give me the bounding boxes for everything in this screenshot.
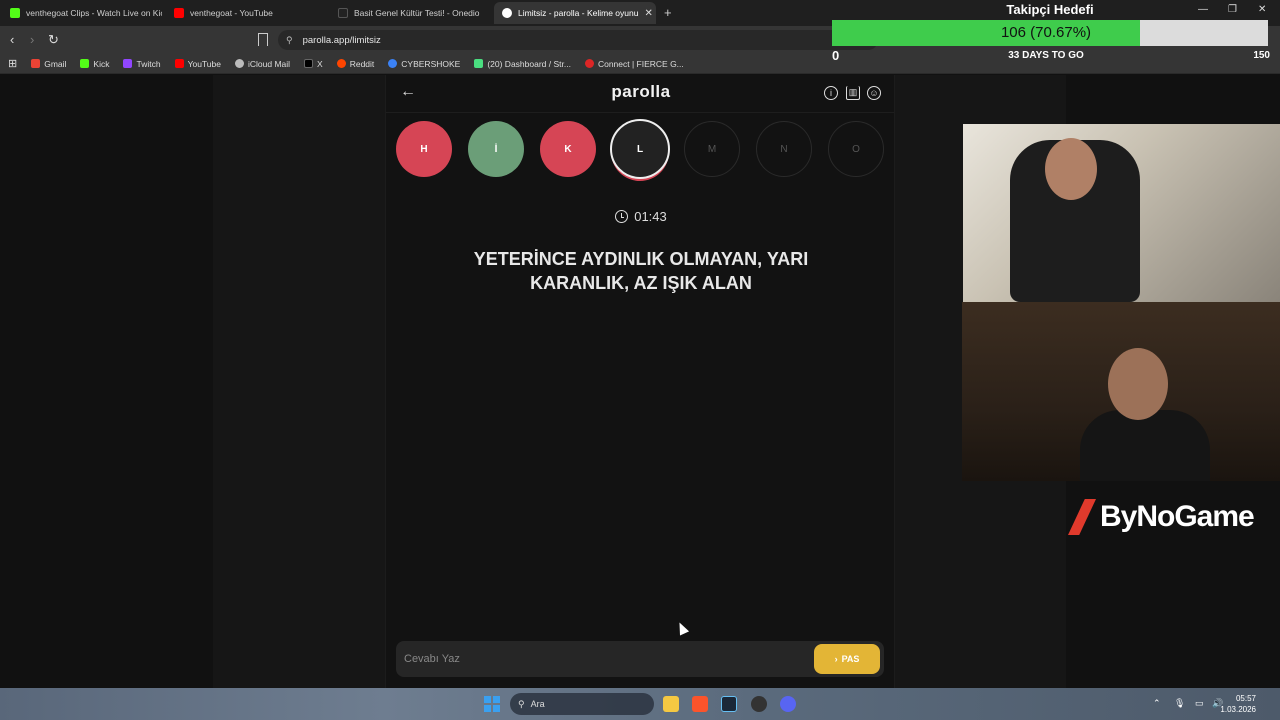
bookmark-dashboard[interactable]: (20) Dashboard / Str...: [474, 59, 571, 69]
bookmark-kick[interactable]: Kick: [80, 59, 109, 69]
letter-circle: M: [684, 121, 740, 177]
back-icon[interactable]: ‹: [10, 32, 14, 47]
timer: 01:43: [386, 209, 896, 224]
streamer-figure: [1080, 410, 1210, 481]
tab-youtube[interactable]: venthegoat - YouTube: [166, 2, 326, 24]
tab-onedio[interactable]: Basit Genel Kültür Testi! - Onedio: [330, 2, 490, 24]
tab-kick-clips[interactable]: venthegoat Clips - Watch Live on Kick: [2, 2, 162, 24]
twitch-icon: [123, 59, 133, 68]
gmail-icon: [31, 59, 41, 68]
question-line: KARANLIK, AZ IŞIK ALAN: [530, 273, 752, 293]
tab-title: Limitsiz - parolla - Kelime oyunu: [518, 8, 639, 18]
tab-title: venthegoat Clips - Watch Live on Kick: [26, 8, 162, 18]
steam-icon[interactable]: [721, 696, 737, 712]
follower-goal-widget: Takipçi Hedefi 106 (70.67%) 0 33 DAYS TO…: [832, 0, 1270, 66]
parolla-icon: [502, 8, 512, 18]
obs-icon[interactable]: [751, 696, 767, 712]
answer-bar: › PAS: [396, 641, 884, 677]
tab-title: venthegoat - YouTube: [190, 8, 273, 18]
chevron-up-icon[interactable]: ⌃: [1153, 698, 1161, 709]
clock-icon: [615, 210, 629, 223]
tab-parolla[interactable]: Limitsiz - parolla - Kelime oyunu ✕: [494, 2, 656, 24]
answer-input[interactable]: [404, 649, 804, 669]
profile-icon[interactable]: ☺: [867, 86, 881, 100]
app-header: ← parolla i ▥ ☺: [386, 75, 894, 113]
timer-value: 01:43: [634, 209, 667, 224]
bookmark-icloud[interactable]: iCloud Mail: [234, 59, 290, 69]
kick-icon: [10, 8, 20, 18]
question-text: YETERİNCE AYDINLIK OLMAYAN, YARI KARANLI…: [416, 247, 866, 295]
taskbar-search-label: Ara: [530, 699, 545, 709]
cybershoke-icon: [388, 59, 398, 68]
pass-label: PAS: [841, 654, 860, 664]
page-viewport: ← parolla i ▥ ☺ H İ K L M N O 01:43 YETE…: [0, 75, 1280, 688]
onedio-icon: [338, 8, 348, 18]
new-tab-button[interactable]: +: [664, 5, 672, 20]
letter-circle: K: [540, 121, 596, 177]
fierce-icon: [584, 59, 594, 68]
bookmark-twitch[interactable]: Twitch: [123, 59, 161, 69]
tab-title: Basit Genel Kültür Testi! - Onedio: [354, 8, 480, 18]
bookmark-icon[interactable]: [258, 33, 268, 46]
parolla-app: ← parolla i ▥ ☺ H İ K L M N O 01:43 YETE…: [385, 75, 895, 688]
dashboard-icon: [474, 59, 484, 68]
bookmark-gmail[interactable]: Gmail: [31, 59, 66, 69]
youtube-icon: [174, 8, 184, 18]
taskbar-search[interactable]: ⚲ Ara: [510, 693, 654, 715]
youtube-icon: [174, 59, 184, 68]
windows-taskbar: ⚲ Ara ⌃ 🎙 ▭ 🔊 05:57 1.03.2026: [0, 688, 1280, 720]
bookmark-youtube[interactable]: YouTube: [174, 59, 221, 69]
address-text: parolla.app/limitsiz: [302, 34, 381, 46]
address-bar[interactable]: ⚲ parolla.app/limitsiz: [278, 30, 878, 50]
letter-track: H İ K L M N O: [396, 119, 886, 181]
bookmark-cybershoke[interactable]: CYBERSHOKE: [388, 59, 460, 69]
letter-circle: N: [756, 121, 812, 177]
goal-days-left: 33 DAYS TO GO: [1008, 50, 1084, 61]
kick-icon: [80, 59, 90, 68]
reload-icon[interactable]: ↻: [48, 32, 59, 48]
apple-icon: [234, 59, 244, 68]
letter-circle: İ: [468, 121, 524, 177]
microphone-icon[interactable]: 🎙: [1174, 698, 1185, 709]
streamer-head: [1108, 348, 1168, 420]
discord-icon[interactable]: [780, 696, 796, 712]
sponsor-name: ByNoGame: [1100, 500, 1255, 533]
network-icon[interactable]: ▭: [1195, 698, 1204, 709]
clock-date: 1.03.2026: [1220, 705, 1256, 714]
forward-icon[interactable]: ›: [30, 32, 34, 47]
bookmark-x[interactable]: X: [304, 59, 323, 69]
close-tab-icon[interactable]: ✕: [644, 8, 652, 19]
brave-browser-icon[interactable]: [692, 696, 708, 712]
goal-progress-bar: 106 (70.67%): [832, 20, 1268, 46]
goal-max: 150: [1253, 50, 1270, 61]
chevron-right-icon: ›: [834, 654, 838, 664]
letter-circle: O: [828, 121, 884, 177]
reddit-icon: [336, 59, 346, 68]
site-info-icon[interactable]: ⚲: [286, 35, 293, 46]
letter-circle-current: L: [610, 119, 670, 179]
search-icon: ⚲: [518, 698, 525, 709]
app-logo: parolla: [611, 82, 671, 101]
letter-circle: H: [396, 121, 452, 177]
apps-grid-icon[interactable]: ⊞: [8, 57, 17, 70]
system-clock[interactable]: 05:57 1.03.2026: [1220, 693, 1256, 715]
info-icon[interactable]: i: [824, 86, 838, 100]
pass-button[interactable]: › PAS: [814, 644, 880, 674]
stats-icon[interactable]: ▥: [846, 86, 860, 100]
bookmark-connect[interactable]: Connect | FIERCE G...: [584, 59, 684, 69]
goal-progress-text: 106 (70.67%): [1000, 24, 1092, 41]
streamer-head: [1045, 138, 1097, 200]
goal-title: Takipçi Hedefi: [1006, 2, 1094, 17]
question-line: YETERİNCE AYDINLIK OLMAYAN, YARI: [473, 249, 809, 269]
file-explorer-icon[interactable]: [663, 696, 679, 712]
sponsor-logo: ByNoGame: [1068, 495, 1268, 539]
bynogame-mark-icon: [1068, 499, 1096, 535]
bookmark-reddit[interactable]: Reddit: [336, 59, 374, 69]
x-icon: [304, 59, 314, 68]
windows-start-icon[interactable]: [484, 696, 500, 712]
clock-time: 05:57: [1235, 694, 1256, 703]
left-gutter: [213, 75, 385, 688]
